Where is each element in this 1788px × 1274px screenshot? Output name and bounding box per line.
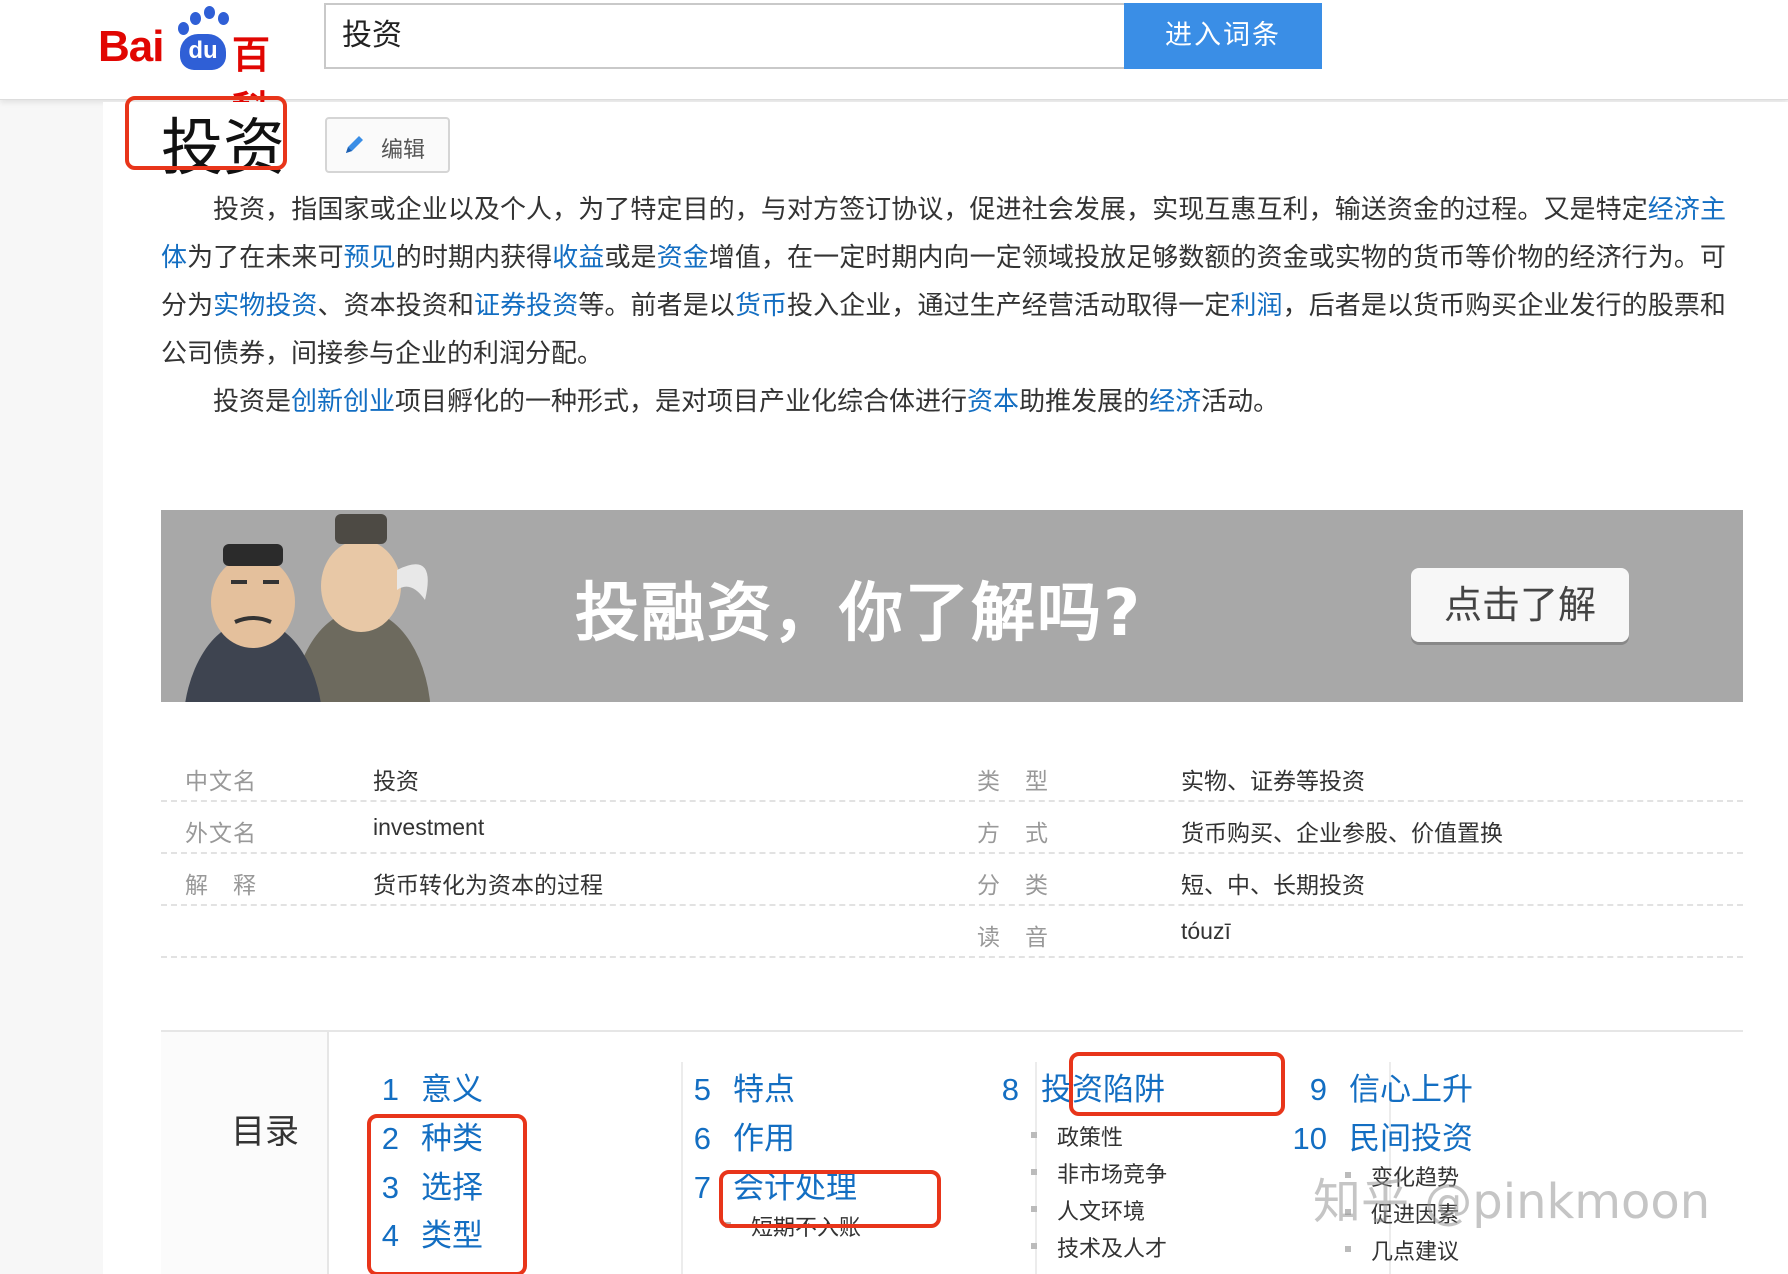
info-row: 解 释 货币转化为资本的过程 分 类 短、中、长期投资 [161, 854, 1743, 906]
catalog-item-6[interactable]: 6 作用 [669, 1113, 795, 1158]
info-row: 中文名 投资 类 型 实物、证券等投资 [161, 750, 1743, 802]
catalog-subitem[interactable]: 人文环境 [1030, 1194, 1145, 1226]
paragraph-text: 等。前者是以 [578, 291, 735, 321]
term-link[interactable]: 经济 [1149, 387, 1201, 417]
paw-icon [218, 12, 229, 25]
paragraph-text: 活动。 [1201, 387, 1280, 417]
catalog-item-label: 信心上升 [1349, 1072, 1473, 1108]
catalog-item-label: 作用 [733, 1121, 795, 1157]
cartoon-figures-illustration [185, 514, 431, 702]
baidu-baike-logo[interactable]: Bai du 百科 [98, 6, 306, 132]
paragraph-text: 项目孵化的一种形式，是对项目产业化综合体进行 [395, 387, 968, 417]
highlight-box-item-7 [719, 1170, 941, 1228]
paragraph-text: 投入企业，通过生产经营活动取得一定 [787, 291, 1231, 321]
info-value: 货币购买、企业参股、价值置换 [1181, 821, 1503, 847]
paragraph-text: 或是 [604, 243, 657, 273]
term-link[interactable]: 预见 [344, 243, 396, 273]
term-link[interactable]: 资金 [657, 243, 709, 273]
catalog-title: 目录 [231, 1112, 299, 1152]
catalog-sidebar: 目录 [161, 1032, 329, 1274]
term-link[interactable]: 货币 [735, 291, 787, 321]
catalog-item-label: 特点 [733, 1072, 795, 1108]
catalog-item-label: 意义 [421, 1072, 483, 1108]
info-key: 方 式 [977, 821, 1049, 847]
logo-du-badge: du [180, 34, 226, 70]
catalog-item-5[interactable]: 5 特点 [669, 1064, 795, 1109]
term-link[interactable]: 收益 [552, 243, 604, 273]
info-key: 分 类 [977, 873, 1049, 899]
pencil-icon [346, 136, 363, 153]
basic-info-table: 中文名 投资 类 型 实物、证券等投资外文名 investment 方 式 货币购买、企业参… [161, 750, 1743, 958]
info-row: 读 音 tóuzī [161, 906, 1743, 958]
paragraph-text: 为了在未来可 [187, 243, 344, 273]
info-value: investment [373, 814, 485, 840]
logo-bai-text: Bai [98, 22, 164, 71]
catalog-subitem[interactable]: 非市场竞争 [1030, 1157, 1167, 1189]
catalog-item-1[interactable]: 1 意义 [357, 1064, 483, 1109]
banner-headline: 投融资，你了解吗? [575, 577, 1143, 651]
term-link[interactable]: 利润 [1230, 291, 1282, 321]
promo-banner[interactable]: 投融资，你了解吗? 点击了解 [161, 510, 1743, 702]
edit-button[interactable]: 编辑 [325, 117, 450, 173]
paragraph-text: 投资，指国家或企业以及个人，为了特定目的，与对方签订协议，促进社会发展，实现互惠… [213, 195, 1648, 225]
term-link[interactable]: 资本 [967, 387, 1019, 417]
zhihu-watermark: 知乎 @pinkmoon [1313, 1174, 1711, 1230]
highlight-box-item-8 [1069, 1052, 1285, 1116]
catalog-item-number: 10 [1292, 1121, 1327, 1156]
highlight-box-items-2-4 [367, 1114, 527, 1274]
term-link[interactable]: 创新创业 [291, 387, 395, 417]
catalog-item-number: 8 [1001, 1072, 1019, 1107]
paragraph-text: 助推发展的 [1019, 387, 1150, 417]
paragraph-text: 投资是 [213, 387, 292, 417]
top-header: Bai du 百科 投资 进入词条 [0, 0, 1788, 132]
catalog-item-label: 民间投资 [1349, 1121, 1473, 1157]
catalog-item-10[interactable]: 10 民间投资 [1285, 1113, 1473, 1158]
catalog-item-number: 9 [1309, 1072, 1327, 1107]
paragraph-text: 的时期内获得 [395, 243, 553, 273]
info-value: 投资 [373, 769, 419, 795]
info-row: 外文名 investment 方 式 货币购买、企业参股、价值置换 [161, 802, 1743, 854]
catalog-subitem[interactable]: 技术及人才 [1030, 1231, 1167, 1263]
info-value: 短、中、长期投资 [1181, 873, 1365, 899]
entry-content: 投资 编辑 投资，指国家或企业以及个人，为了特定目的，与对方签订协议，促进社会发… [103, 96, 1788, 1274]
edit-label: 编辑 [381, 138, 426, 163]
intro-paragraph-1: 投资，指国家或企业以及个人，为了特定目的，与对方签订协议，促进社会发展，实现互惠… [161, 186, 1726, 378]
paw-icon [190, 12, 201, 25]
catalog-item-number: 1 [381, 1072, 399, 1107]
banner-learn-more-button[interactable]: 点击了解 [1411, 568, 1629, 642]
catalog-item-number: 7 [693, 1170, 711, 1205]
search-input[interactable]: 投资 [324, 3, 1124, 69]
info-key: 读 音 [977, 925, 1049, 951]
term-link[interactable]: 实物投资 [213, 291, 317, 321]
paw-icon [178, 22, 189, 35]
info-key: 类 型 [977, 769, 1049, 795]
info-value: 货币转化为资本的过程 [373, 873, 603, 899]
info-value: 实物、证券等投资 [1181, 769, 1365, 795]
catalog-subitem[interactable]: 几点建议 [1344, 1234, 1459, 1266]
term-link[interactable]: 证券投资 [474, 291, 578, 321]
enter-entry-button[interactable]: 进入词条 [1124, 3, 1322, 69]
catalog-item-number: 5 [693, 1072, 711, 1107]
table-of-contents: 目录 1 意义 2 种类 3 选择 4 类型 5 特点 6 作用 7 会计处理 8 投资陷阱 9 信心上升 10 民间… [161, 1030, 1743, 1274]
catalog-item-number: 6 [693, 1121, 711, 1156]
info-key: 解 释 [185, 873, 257, 899]
info-value: tóuzī [1181, 918, 1231, 944]
intro-paragraph-2: 投资是创新创业项目孵化的一种形式，是对项目产业化综合体进行资本助推发展的经济活动… [161, 378, 1726, 426]
paragraph-text: 、资本投资和 [317, 291, 475, 321]
info-key: 中文名 [185, 769, 257, 795]
paw-icon [204, 6, 215, 19]
catalog-item-9[interactable]: 9 信心上升 [1285, 1064, 1473, 1109]
catalog-subitem[interactable]: 政策性 [1030, 1120, 1123, 1152]
info-key: 外文名 [185, 821, 257, 847]
highlight-box-title [125, 96, 287, 170]
